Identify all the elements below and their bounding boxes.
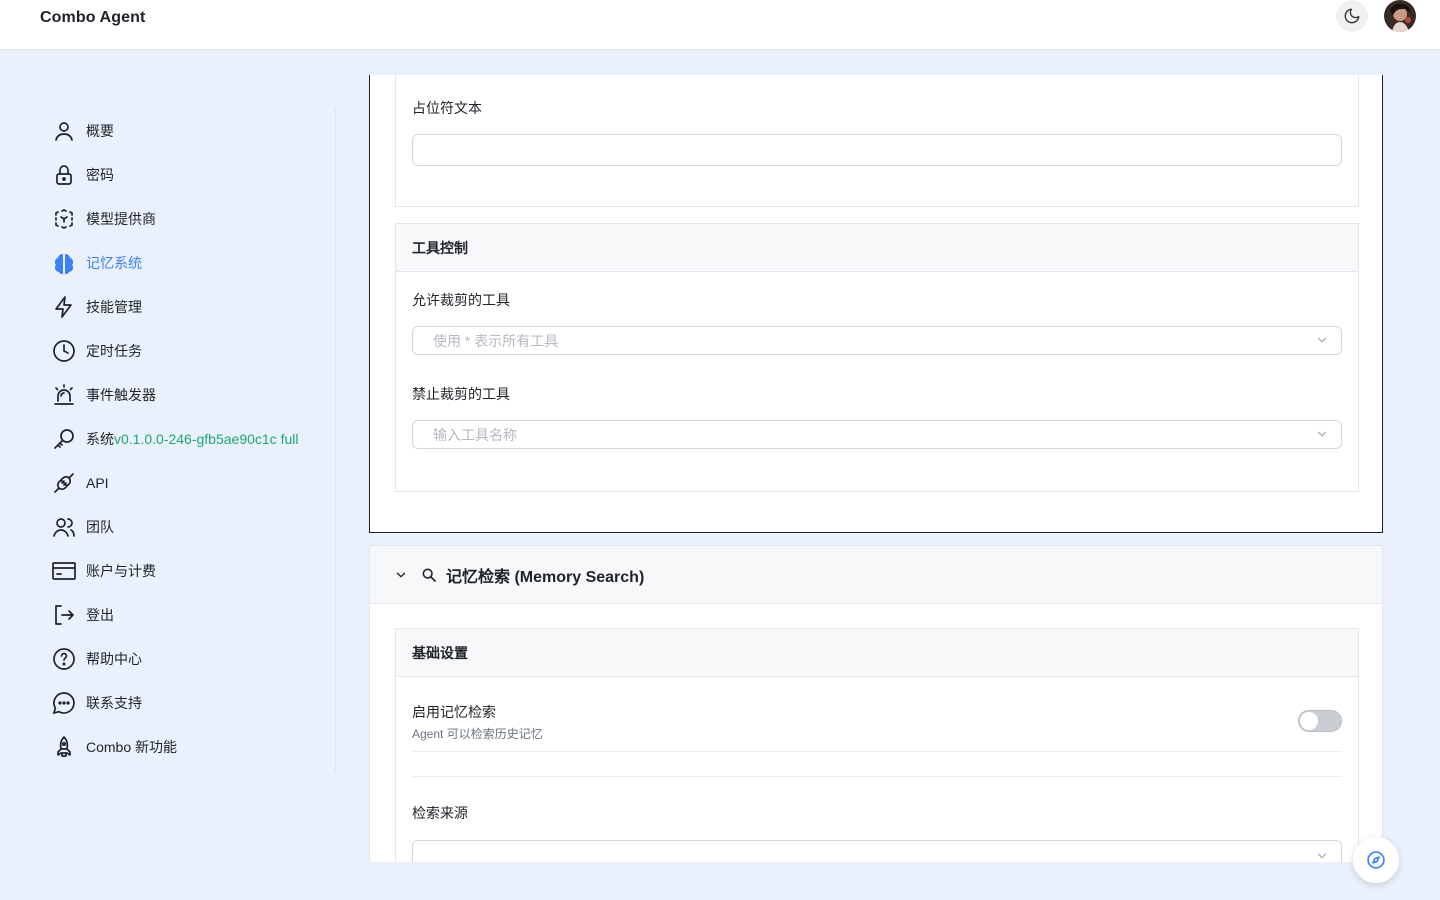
sidebar-item-overview[interactable]: 概要 bbox=[52, 113, 114, 149]
cube-icon bbox=[52, 207, 76, 231]
sidebar-item-label: Combo 新功能 bbox=[86, 739, 178, 755]
chat-icon bbox=[52, 691, 76, 715]
help-icon bbox=[52, 647, 76, 671]
card-icon bbox=[52, 559, 76, 583]
basic-settings-title: 基础设置 bbox=[396, 629, 1358, 677]
chevron-down-icon bbox=[1315, 849, 1329, 862]
tool-control-title: 工具控制 bbox=[396, 224, 1358, 272]
sidebar-item-label: 联系支持 bbox=[86, 695, 142, 711]
sidebar-item-logout[interactable]: 登出 bbox=[52, 597, 114, 633]
sidebar-item-label: 团队 bbox=[86, 519, 114, 535]
sidebar-item-skills[interactable]: 技能管理 bbox=[52, 289, 142, 325]
sidebar-item-label: 模型提供商 bbox=[86, 211, 156, 227]
user-icon bbox=[52, 119, 76, 143]
logout-icon bbox=[52, 603, 76, 627]
search-source-select[interactable] bbox=[412, 840, 1342, 862]
memory-search-header[interactable]: 记忆检索 (Memory Search) bbox=[370, 546, 1382, 604]
enable-memory-search-hint: Agent 可以检索历史记忆 bbox=[412, 727, 543, 741]
brand-title: Combo Agent bbox=[40, 9, 146, 26]
settings-sidebar: 概要 密码 模型提供商 记忆系统 技能管理 定时任务 事件触发器 系统 v0.1.… bbox=[40, 108, 336, 772]
allowed-tools-select[interactable]: 使用 * 表示所有工具 bbox=[412, 326, 1342, 355]
search-source-label: 检索来源 bbox=[412, 805, 468, 821]
memory-search-section: 记忆检索 (Memory Search) 基础设置 启用记忆检索 Agent 可… bbox=[369, 545, 1383, 862]
sidebar-item-event-triggers[interactable]: 事件触发器 bbox=[52, 377, 156, 413]
sidebar-item-label: 账户与计费 bbox=[86, 563, 156, 579]
divider bbox=[412, 751, 1342, 752]
plug-icon bbox=[52, 471, 76, 495]
divider bbox=[412, 776, 1342, 777]
user-avatar[interactable] bbox=[1384, 0, 1416, 32]
brain-icon bbox=[52, 251, 76, 275]
sidebar-item-help[interactable]: 帮助中心 bbox=[52, 641, 142, 677]
sidebar-item-whats-new[interactable]: Combo 新功能 bbox=[52, 729, 177, 765]
settings-main-panel: 占位符文本 工具控制 允许裁剪的工具 使用 * 表示所有工具 禁止裁剪的工具 输… bbox=[369, 75, 1383, 862]
placeholder-card: 占位符文本 bbox=[395, 75, 1359, 207]
sidebar-item-memory[interactable]: 记忆系统 bbox=[52, 245, 142, 281]
sidebar-item-label: 定时任务 bbox=[86, 343, 142, 359]
clock-icon bbox=[52, 339, 76, 363]
basic-settings-card: 基础设置 启用记忆检索 Agent 可以检索历史记忆 检索来源 bbox=[395, 628, 1359, 862]
bolt-icon bbox=[52, 295, 76, 319]
chevron-down-icon bbox=[1315, 333, 1329, 350]
sidebar-item-label: 记忆系统 bbox=[86, 255, 142, 271]
allowed-tools-label: 允许裁剪的工具 bbox=[412, 292, 510, 308]
compass-button[interactable] bbox=[1353, 837, 1399, 883]
alarm-icon bbox=[52, 383, 76, 407]
sidebar-item-password[interactable]: 密码 bbox=[52, 157, 114, 193]
sidebar-item-label: 概要 bbox=[86, 123, 114, 139]
denied-tools-label: 禁止裁剪的工具 bbox=[412, 386, 510, 402]
theme-toggle-button[interactable] bbox=[1336, 0, 1368, 32]
enable-memory-search-label: 启用记忆检索 bbox=[412, 704, 496, 720]
denied-tools-placeholder: 输入工具名称 bbox=[433, 426, 517, 443]
key-icon bbox=[52, 427, 76, 451]
sidebar-item-label: API bbox=[86, 475, 109, 491]
sidebar-item-api[interactable]: API bbox=[52, 465, 109, 501]
sidebar-item-label: 登出 bbox=[86, 607, 114, 623]
sidebar-item-label: 帮助中心 bbox=[86, 651, 142, 667]
sidebar-item-support[interactable]: 联系支持 bbox=[52, 685, 142, 721]
team-icon bbox=[52, 515, 76, 539]
sidebar-item-label: 系统 bbox=[86, 431, 114, 447]
sidebar-item-model-providers[interactable]: 模型提供商 bbox=[52, 201, 156, 237]
sidebar-item-label: 密码 bbox=[86, 167, 114, 183]
chevron-down-icon bbox=[1315, 427, 1329, 444]
allowed-tools-placeholder: 使用 * 表示所有工具 bbox=[433, 332, 559, 349]
compass-icon bbox=[1367, 851, 1385, 869]
chevron-down-icon[interactable] bbox=[392, 566, 410, 584]
enable-memory-search-toggle[interactable] bbox=[1298, 710, 1342, 732]
top-bar: Combo Agent bbox=[0, 0, 1440, 50]
sidebar-item-system[interactable]: 系统 v0.1.0.0-246-gfb5ae90c1c full bbox=[52, 421, 298, 457]
rocket-icon bbox=[52, 735, 76, 759]
toggle-knob bbox=[1300, 712, 1318, 730]
tool-control-card: 工具控制 允许裁剪的工具 使用 * 表示所有工具 禁止裁剪的工具 输入工具名称 bbox=[395, 223, 1359, 492]
sidebar-item-billing[interactable]: 账户与计费 bbox=[52, 553, 156, 589]
moon-icon bbox=[1344, 8, 1360, 24]
sidebar-item-scheduled-tasks[interactable]: 定时任务 bbox=[52, 333, 142, 369]
search-icon bbox=[420, 566, 438, 584]
memory-search-title: 记忆检索 (Memory Search) bbox=[446, 568, 645, 586]
context-pruning-section: 占位符文本 工具控制 允许裁剪的工具 使用 * 表示所有工具 禁止裁剪的工具 输… bbox=[369, 75, 1383, 533]
sidebar-item-label: 事件触发器 bbox=[86, 387, 156, 403]
version-label: v0.1.0.0-246-gfb5ae90c1c full bbox=[114, 431, 299, 447]
placeholder-text-label: 占位符文本 bbox=[412, 100, 482, 116]
sidebar-item-label: 技能管理 bbox=[86, 299, 142, 315]
placeholder-text-input[interactable] bbox=[412, 134, 1342, 166]
lock-icon bbox=[52, 163, 76, 187]
sidebar-item-team[interactable]: 团队 bbox=[52, 509, 114, 545]
denied-tools-select[interactable]: 输入工具名称 bbox=[412, 420, 1342, 449]
